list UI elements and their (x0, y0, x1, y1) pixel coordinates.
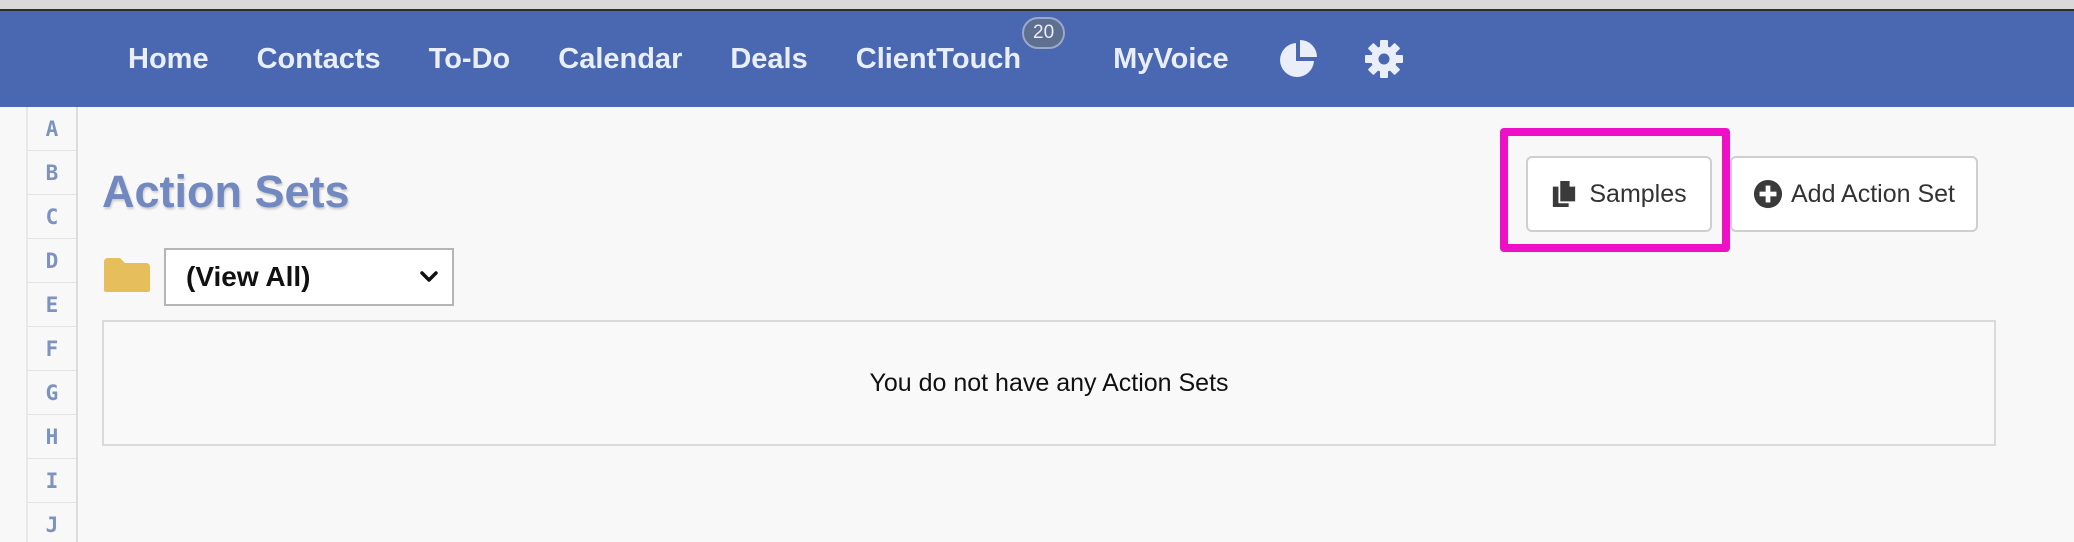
chevron-down-icon (418, 266, 440, 288)
letter-j[interactable]: J (28, 503, 76, 542)
nav-deals[interactable]: Deals (730, 43, 807, 76)
samples-button[interactable]: Samples (1526, 156, 1712, 232)
samples-button-label: Samples (1589, 179, 1687, 208)
nav-todo[interactable]: To-Do (429, 43, 511, 76)
empty-message: You do not have any Action Sets (869, 368, 1229, 397)
clienttouch-count-badge: 20 (1022, 16, 1066, 49)
letter-i[interactable]: I (28, 459, 76, 503)
pie-chart-icon[interactable] (1277, 38, 1319, 80)
letter-a[interactable]: A (28, 107, 76, 151)
nav-home[interactable]: Home (128, 43, 209, 76)
plus-circle-icon (1753, 179, 1783, 209)
top-navbar: Home Contacts To-Do Calendar Deals Clien… (0, 11, 2074, 107)
letter-c[interactable]: C (28, 195, 76, 239)
letter-g[interactable]: G (28, 371, 76, 415)
letter-h[interactable]: H (28, 415, 76, 459)
letter-f[interactable]: F (28, 327, 76, 371)
alphabet-index: A B C D E F G H I J (26, 107, 78, 542)
letter-d[interactable]: D (28, 239, 76, 283)
nav-clienttouch[interactable]: ClientTouch 20 (855, 16, 1066, 76)
add-action-set-button[interactable]: Add Action Set (1730, 156, 1978, 232)
letter-e[interactable]: E (28, 283, 76, 327)
folder-filter-value: (View All) (186, 261, 311, 292)
nav-contacts[interactable]: Contacts (257, 43, 381, 76)
copy-icon (1551, 179, 1577, 209)
nav-clienttouch-label: ClientTouch (855, 42, 1022, 75)
gear-icon[interactable] (1363, 38, 1405, 80)
nav-calendar[interactable]: Calendar (558, 43, 682, 76)
window-top-edge (0, 0, 2074, 11)
add-action-set-label: Add Action Set (1790, 179, 1955, 208)
action-sets-empty-state: You do not have any Action Sets (102, 320, 1996, 446)
folder-filter-select[interactable]: (View All) (164, 248, 454, 306)
nav-myvoice[interactable]: MyVoice (1113, 43, 1229, 76)
page-title: Action Sets (102, 166, 350, 217)
folder-icon (102, 256, 152, 294)
letter-b[interactable]: B (28, 151, 76, 195)
